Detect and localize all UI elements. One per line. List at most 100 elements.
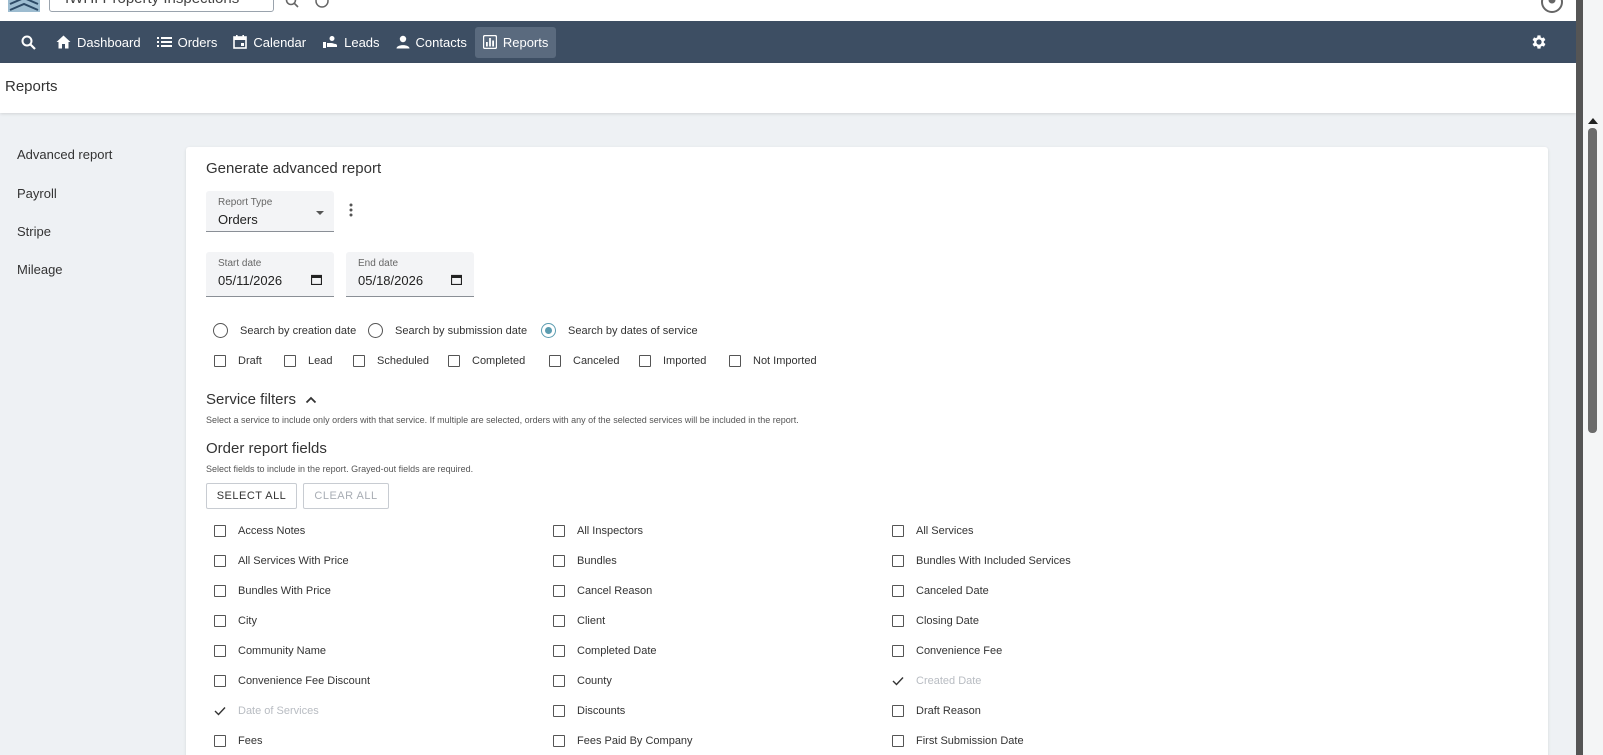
checkbox[interactable]	[553, 525, 565, 537]
scroll-up-arrow-icon[interactable]	[1588, 118, 1598, 124]
page-scrollbar[interactable]	[1583, 0, 1603, 755]
checkbox[interactable]	[892, 645, 904, 657]
field-city[interactable]: City	[214, 615, 257, 627]
sidebar-item-advanced-report[interactable]: Advanced report	[17, 147, 112, 162]
checkbox[interactable]	[729, 355, 741, 367]
status-scheduled-checkbox[interactable]: Scheduled	[353, 355, 429, 367]
checkbox[interactable]	[214, 645, 226, 657]
field-county[interactable]: County	[553, 675, 612, 687]
radio-dates-of-service[interactable]: Search by dates of service	[541, 323, 698, 338]
end-date-field[interactable]: End date 05/18/2026	[346, 252, 474, 297]
chevron-up-icon[interactable]	[305, 396, 317, 404]
radio-creation-date[interactable]: Search by creation date	[213, 323, 356, 338]
scrollbar-thumb[interactable]	[1588, 128, 1597, 433]
end-date-value: 05/18/2026	[358, 273, 424, 288]
nav-item-contacts[interactable]: Contacts	[388, 27, 475, 58]
field-convenience-fee[interactable]: Convenience Fee	[892, 645, 1002, 657]
checkbox[interactable]	[553, 735, 565, 747]
nav-item-orders[interactable]: Orders	[149, 27, 226, 58]
logo-icon[interactable]	[6, 0, 42, 16]
sidebar-item-payroll[interactable]: Payroll	[17, 186, 57, 201]
report-type-select[interactable]: Report Type Orders	[206, 191, 334, 232]
field-client[interactable]: Client	[553, 615, 605, 627]
field-draft-reason[interactable]: Draft Reason	[892, 705, 981, 717]
checkbox[interactable]	[214, 615, 226, 627]
status-lead-checkbox[interactable]: Lead	[284, 355, 332, 367]
nav-item-reports[interactable]: Reports	[474, 26, 557, 58]
field-fees[interactable]: Fees	[214, 735, 262, 747]
field-bundles-with-price[interactable]: Bundles With Price	[214, 585, 331, 597]
report-type-label: Report Type	[218, 197, 273, 208]
status-not-imported-checkbox[interactable]: Not Imported	[729, 355, 817, 367]
nav-search-button[interactable]	[12, 27, 44, 57]
checkbox-label: Not Imported	[753, 355, 817, 367]
checkbox[interactable]	[214, 735, 226, 747]
field-closing-date[interactable]: Closing Date	[892, 615, 979, 627]
checkbox[interactable]	[553, 645, 565, 657]
field-access-notes[interactable]: Access Notes	[214, 525, 305, 537]
checkbox[interactable]	[553, 615, 565, 627]
checkbox[interactable]	[892, 555, 904, 567]
checkbox[interactable]	[892, 525, 904, 537]
status-canceled-checkbox[interactable]: Canceled	[549, 355, 619, 367]
help-icon[interactable]	[315, 0, 329, 8]
calendar-icon[interactable]	[451, 274, 462, 285]
field-bundles[interactable]: Bundles	[553, 555, 617, 567]
field-bundles-with-included-services[interactable]: Bundles With Included Services	[892, 555, 1071, 567]
calendar-icon	[233, 35, 248, 49]
field-all-inspectors[interactable]: All Inspectors	[553, 525, 643, 537]
checkbox-label: Created Date	[916, 675, 982, 687]
radio-submission-date[interactable]: Search by submission date	[368, 323, 527, 338]
checkbox[interactable]	[214, 675, 226, 687]
search-icon[interactable]	[285, 0, 299, 8]
clear-all-button[interactable]: CLEAR ALL	[303, 483, 389, 509]
checkbox[interactable]	[214, 525, 226, 537]
company-selector[interactable]: IWHI Property Inspections	[49, 0, 274, 12]
field-all-services[interactable]: All Services	[892, 525, 973, 537]
checkbox[interactable]	[214, 355, 226, 367]
checkbox[interactable]	[553, 555, 565, 567]
status-completed-checkbox[interactable]: Completed	[448, 355, 525, 367]
nav-item-dashboard[interactable]: Dashboard	[48, 27, 149, 58]
field-community-name[interactable]: Community Name	[214, 645, 326, 657]
field-first-submission-date[interactable]: First Submission Date	[892, 735, 1024, 747]
account-icon[interactable]	[1540, 0, 1564, 14]
gear-icon[interactable]	[1530, 33, 1548, 51]
field-cancel-reason[interactable]: Cancel Reason	[553, 585, 652, 597]
field-convenience-fee-discount[interactable]: Convenience Fee Discount	[214, 675, 370, 687]
radio-circle[interactable]	[368, 323, 383, 338]
checkbox[interactable]	[214, 555, 226, 567]
checkbox[interactable]	[214, 585, 226, 597]
checkbox[interactable]	[892, 735, 904, 747]
checkbox[interactable]	[892, 615, 904, 627]
sidebar-item-mileage[interactable]: Mileage	[17, 262, 63, 277]
status-imported-checkbox[interactable]: Imported	[639, 355, 706, 367]
radio-circle[interactable]	[213, 323, 228, 338]
checkbox[interactable]	[448, 355, 460, 367]
checkbox[interactable]	[553, 675, 565, 687]
checkbox[interactable]	[553, 705, 565, 717]
field-discounts[interactable]: Discounts	[553, 705, 625, 717]
nav-label: Contacts	[415, 34, 467, 50]
status-draft-checkbox[interactable]: Draft	[214, 355, 262, 367]
calendar-icon[interactable]	[311, 274, 322, 285]
field-fees-paid-by-company[interactable]: Fees Paid By Company	[553, 735, 693, 747]
checkbox[interactable]	[553, 585, 565, 597]
field-all-services-with-price[interactable]: All Services With Price	[214, 555, 349, 567]
nav-item-calendar[interactable]: Calendar	[225, 27, 314, 58]
nav-item-leads[interactable]: Leads	[314, 27, 387, 58]
select-all-button[interactable]: SELECT ALL	[206, 483, 297, 509]
checkbox[interactable]	[284, 355, 296, 367]
field-canceled-date[interactable]: Canceled Date	[892, 585, 989, 597]
start-date-field[interactable]: Start date 05/11/2026	[206, 252, 334, 297]
checkbox[interactable]	[892, 585, 904, 597]
service-filters-toggle[interactable]: Service filters	[206, 391, 317, 408]
field-completed-date[interactable]: Completed Date	[553, 645, 657, 657]
checkbox[interactable]	[549, 355, 561, 367]
checkbox[interactable]	[353, 355, 365, 367]
sidebar-item-stripe[interactable]: Stripe	[17, 224, 51, 239]
checkbox[interactable]	[639, 355, 651, 367]
radio-circle[interactable]	[541, 323, 556, 338]
checkbox[interactable]	[892, 705, 904, 717]
more-vert-icon[interactable]	[348, 202, 354, 218]
